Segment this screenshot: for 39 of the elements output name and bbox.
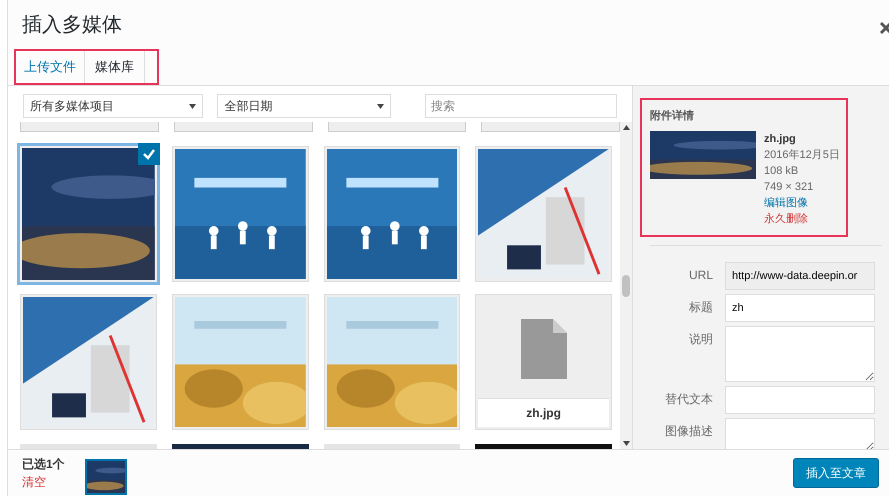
selection-count: 已选1个: [22, 456, 65, 473]
scrollbar-thumb[interactable]: [622, 274, 630, 296]
clear-link[interactable]: 清空: [22, 473, 65, 491]
caret-icon: [376, 104, 384, 108]
edit-image-link[interactable]: 编辑图像: [764, 194, 840, 210]
field-label: 替代文本: [664, 390, 713, 408]
file-size: 108 kB: [764, 164, 800, 178]
field-label: 图像描述: [664, 422, 713, 440]
section-heading: 附件详情: [650, 108, 695, 124]
text-area[interactable]: [725, 326, 875, 382]
field-label: 说明: [688, 330, 713, 348]
insert-button[interactable]: 插入至文章: [793, 458, 879, 488]
input-field[interactable]: zh: [725, 294, 875, 322]
image-dimensions: 749 × 321: [764, 180, 814, 194]
close-icon: [879, 21, 889, 35]
input-field[interactable]: http://www-data.deepin.or: [725, 262, 875, 290]
scroll-up-icon[interactable]: [622, 125, 630, 130]
scroll-down-icon[interactable]: [622, 441, 630, 446]
media-tile[interactable]: [20, 122, 159, 132]
media-tile[interactable]: zh.jpg: [475, 294, 612, 430]
file-name: zh.jpg: [478, 398, 609, 427]
text-area[interactable]: [725, 418, 875, 449]
document-icon: [520, 319, 567, 379]
filter-dropdown[interactable]: 全部日期: [217, 94, 391, 118]
file-name: zh.jpg: [764, 132, 797, 146]
caret-icon: [189, 104, 196, 108]
media-tile[interactable]: [328, 122, 466, 132]
input-field[interactable]: [725, 386, 875, 414]
filter-dropdown[interactable]: 所有多媒体项目: [23, 94, 204, 118]
delete-link[interactable]: 永久删除: [764, 210, 840, 226]
media-tile[interactable]: [481, 122, 620, 132]
dialog-title: 插入多媒体: [22, 13, 122, 38]
close-button[interactable]: [879, 20, 889, 36]
upload-date: 2016年12月5日: [764, 148, 840, 162]
field-label: 标题: [688, 298, 713, 316]
check-icon: [138, 143, 160, 165]
media-tile[interactable]: [174, 122, 312, 132]
search-field[interactable]: 搜索: [424, 94, 617, 118]
field-label: URL: [688, 266, 713, 284]
